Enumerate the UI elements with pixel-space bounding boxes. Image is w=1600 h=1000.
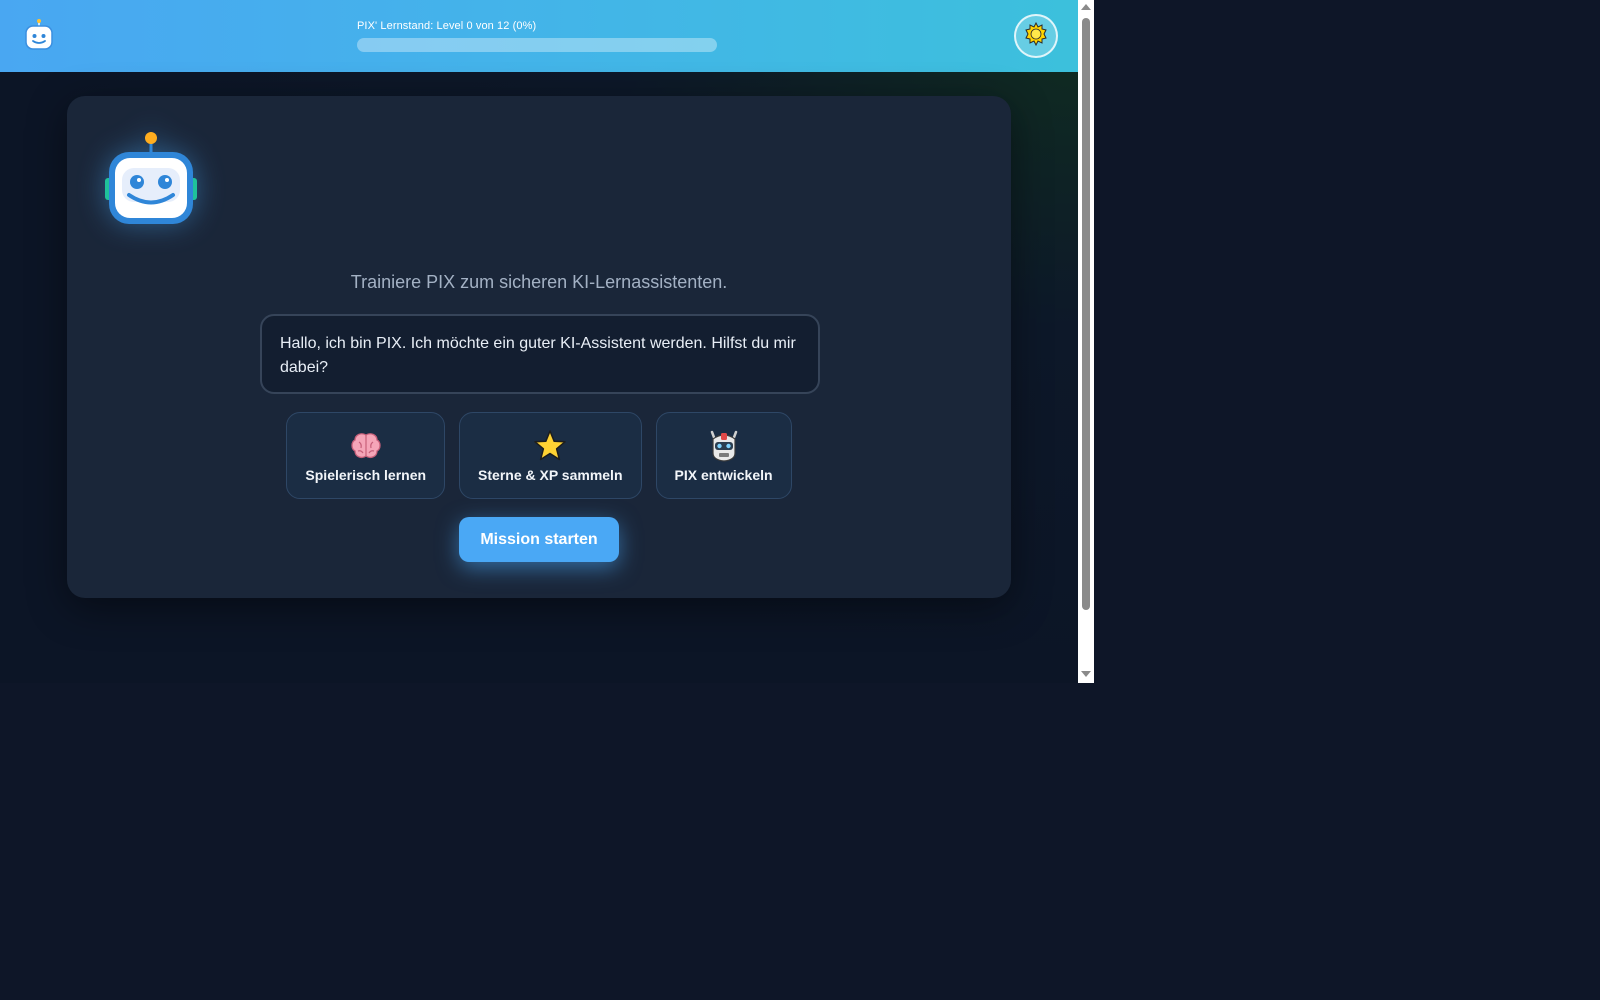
top-bar: PIX' Lernstand: Level 0 von 12 (0%)	[0, 0, 1078, 72]
feature-label: PIX entwickeln	[674, 466, 773, 483]
start-mission-button[interactable]: Mission starten	[459, 517, 619, 562]
theme-toggle-button[interactable]	[1014, 14, 1058, 58]
progress-bar	[357, 38, 717, 52]
feature-list: Spielerisch lernen Sterne & XP sammeln P…	[67, 412, 1011, 499]
subtitle: Trainiere PIX zum sicheren KI-Lernassist…	[350, 272, 728, 292]
scroll-up-arrow-icon[interactable]	[1081, 4, 1091, 10]
progress-label: PIX' Lernstand: Level 0 von 12 (0%)	[357, 20, 537, 32]
feature-card-learn: Spielerisch lernen	[286, 412, 446, 499]
robot-face-icon[interactable]	[24, 18, 54, 52]
feature-label: Spielerisch lernen	[305, 466, 427, 483]
welcome-card: Trainiere PIX zum sicheren KI-Lernassist…	[67, 96, 1011, 598]
progress-section: PIX' Lernstand: Level 0 von 12 (0%)	[357, 20, 717, 52]
feature-card-stars: Sterne & XP sammeln	[459, 412, 642, 499]
vertical-scrollbar[interactable]	[1078, 0, 1094, 683]
feature-card-develop: PIX entwickeln	[655, 412, 792, 499]
speech-bubble: Hallo, ich bin PIX. Ich möchte ein guter…	[260, 314, 820, 394]
star-icon	[533, 429, 567, 463]
feature-label: Sterne & XP sammeln	[478, 466, 623, 483]
brain-icon	[349, 429, 383, 463]
app-viewport: PIX' Lernstand: Level 0 von 12 (0%) Trai…	[0, 0, 1078, 683]
scrollbar-thumb[interactable]	[1082, 18, 1090, 610]
robot-icon	[707, 429, 741, 463]
scroll-down-arrow-icon[interactable]	[1081, 671, 1091, 677]
robot-mascot-icon	[105, 132, 201, 228]
sun-icon	[1024, 21, 1048, 51]
